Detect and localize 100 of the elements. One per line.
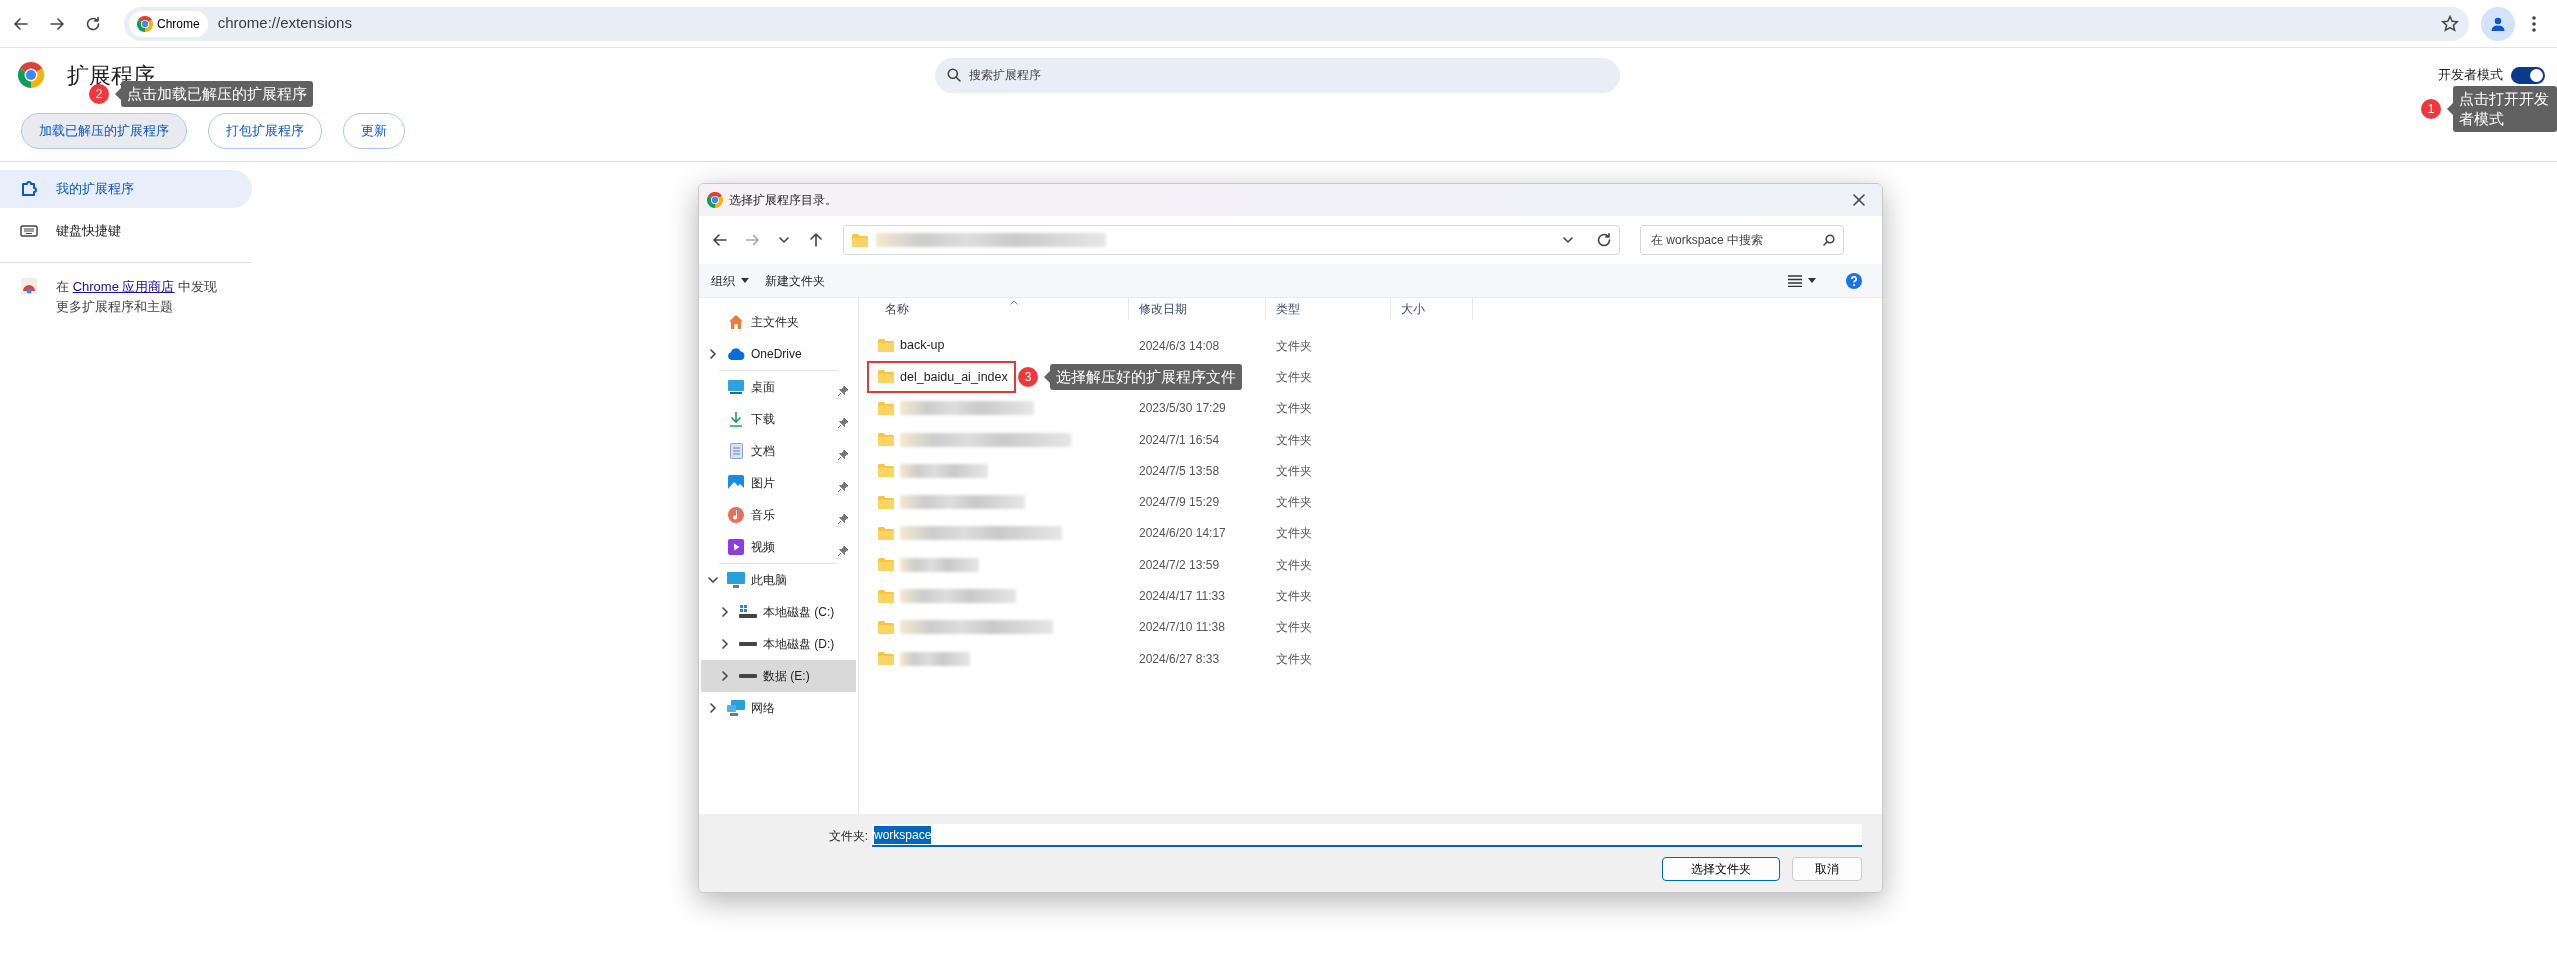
cloud-icon [727, 348, 745, 360]
sidebar-item[interactable]: 键盘快捷键 [0, 212, 252, 250]
person-icon [2490, 15, 2506, 32]
search-icon [947, 68, 961, 82]
pin-icon [838, 385, 848, 396]
desktop-icon [728, 380, 744, 394]
file-name: del_baidu_ai_index [900, 368, 1008, 386]
callout-tooltip: 选择解压好的扩展程序文件 [1050, 364, 1242, 391]
folder-icon [878, 401, 894, 415]
back-arrow-icon [713, 233, 727, 247]
web-store-link[interactable]: Chrome 应用商店 [72, 279, 175, 294]
address-bar[interactable]: Chrome chrome://extensions [124, 6, 2469, 41]
callout-pointer [1044, 371, 1050, 384]
video-icon [728, 539, 744, 555]
date-text: 2024/6/20 14:17 [1139, 526, 1226, 541]
file-row[interactable]: 2024/7/1 16:54 文件夹 [867, 423, 1882, 456]
command-button[interactable]: 组织 [705, 267, 755, 294]
date-text: 2024/7/2 13:59 [1139, 557, 1220, 572]
file-row[interactable]: 2024/7/10 11:38 文件夹 [867, 611, 1882, 643]
chevron-right-icon [722, 639, 728, 649]
callout-tooltip: 点击打开开发者模式 [2453, 86, 2557, 132]
date-text: 2024/7/1 16:54 [1139, 432, 1220, 447]
folder-icon [878, 589, 894, 603]
nav-item[interactable]: 主文件夹 [701, 306, 856, 338]
chevron-right-icon [710, 349, 716, 359]
type-text: 文件夹 [1276, 338, 1312, 353]
date-text: 2024/6/27 8:33 [1139, 651, 1220, 666]
nav-item[interactable]: 下载 [701, 403, 856, 435]
nav-item[interactable]: 视频 [701, 531, 856, 563]
nav-item[interactable]: 此电脑 [701, 564, 856, 596]
column-header[interactable]: 修改日期 [1139, 300, 1187, 318]
file-row[interactable]: 2024/7/2 13:59 文件夹 [867, 549, 1882, 581]
toolbar-button[interactable]: 加载已解压的扩展程序 [21, 113, 187, 149]
forward-arrow-icon [745, 233, 759, 247]
nav-item[interactable]: OneDrive [701, 338, 856, 370]
search-bar[interactable]: 搜索扩展程序 [935, 57, 1620, 93]
toggle-switch[interactable] [2511, 66, 2545, 84]
search-bar[interactable]: 在 workspace 中搜索 [1640, 225, 1844, 255]
column-header[interactable]: 大小 [1401, 300, 1425, 318]
file-row[interactable]: 2023/5/30 17:29 文件夹 [867, 392, 1882, 424]
url-text: chrome://extensions [217, 13, 353, 34]
chrome-logo-icon [707, 192, 723, 208]
pin-icon [838, 513, 848, 524]
folder-icon [852, 233, 868, 247]
dialog-title: 选择扩展程序目录。 [729, 192, 837, 209]
drive-icon [739, 673, 757, 679]
download-icon [729, 411, 743, 427]
file-row[interactable]: back-up 2024/6/3 14:08 文件夹 [867, 330, 1882, 362]
help-icon [1846, 272, 1862, 289]
folder-label: 文件夹: [828, 827, 868, 845]
type-text: 文件夹 [1276, 369, 1312, 384]
toolbar-button[interactable]: 更新 [343, 113, 405, 149]
dialog-button[interactable]: 取消 [1792, 857, 1862, 881]
folder-field[interactable]: workspace [872, 824, 1862, 847]
keyboard-icon [20, 224, 38, 238]
profile-button[interactable] [2481, 6, 2515, 41]
dialog-button[interactable]: 选择文件夹 [1662, 857, 1780, 881]
network-icon [727, 700, 745, 716]
picture-icon [728, 475, 744, 491]
chevron-right-icon [710, 703, 716, 713]
nav-item[interactable]: 数据 (E:) [701, 660, 856, 692]
toolbar-button[interactable]: 打包扩展程序 [208, 113, 322, 149]
column-header[interactable]: 类型 [1276, 300, 1300, 318]
file-row[interactable]: 2024/7/9 15:29 文件夹 [867, 486, 1882, 518]
nav-item[interactable]: 本地磁盘 (C:) [701, 596, 856, 628]
blurred-name [900, 651, 970, 666]
callout-pointer [115, 88, 121, 100]
close-icon [1853, 194, 1865, 206]
reload-icon [85, 15, 101, 32]
nav-item[interactable]: 音乐 [701, 499, 856, 531]
date-text: 2024/6/3 14:08 [1139, 338, 1220, 353]
nav-item[interactable]: 网络 [701, 692, 856, 724]
file-row[interactable]: 2024/6/20 14:17 文件夹 [867, 517, 1882, 550]
chevron-right-icon [722, 671, 728, 681]
path-field[interactable] [843, 225, 1620, 255]
chevron-down-icon [1563, 237, 1573, 243]
file-row[interactable]: 2024/4/17 11:33 文件夹 [867, 580, 1882, 612]
file-name: back-up [900, 337, 945, 355]
music-icon [728, 507, 744, 523]
dropdown-caret-icon [1808, 278, 1816, 283]
nav-item[interactable]: 图片 [701, 467, 856, 499]
pin-icon [838, 417, 848, 428]
file-row[interactable]: 2024/7/5 13:58 文件夹 [867, 455, 1882, 487]
command-button[interactable]: 新建文件夹 [759, 267, 831, 294]
site-chip[interactable]: Chrome [129, 10, 208, 37]
type-text: 文件夹 [1276, 401, 1312, 416]
web-store-icon [20, 277, 38, 295]
column-header[interactable]: 名称 [885, 300, 909, 318]
chevron-right-icon [722, 607, 728, 617]
pin-icon [838, 449, 848, 460]
folder-icon [878, 339, 894, 353]
type-text: 文件夹 [1276, 463, 1312, 478]
file-row[interactable]: 2024/6/27 8:33 文件夹 [867, 642, 1882, 675]
computer-icon [727, 572, 745, 588]
sidebar-item[interactable]: 我的扩展程序 [0, 170, 252, 208]
nav-item[interactable]: 文档 [701, 435, 856, 467]
step-badge: 1 [2421, 99, 2441, 119]
nav-item[interactable]: 本地磁盘 (D:) [701, 628, 856, 660]
type-text: 文件夹 [1276, 620, 1312, 635]
nav-item[interactable]: 桌面 [701, 371, 856, 403]
